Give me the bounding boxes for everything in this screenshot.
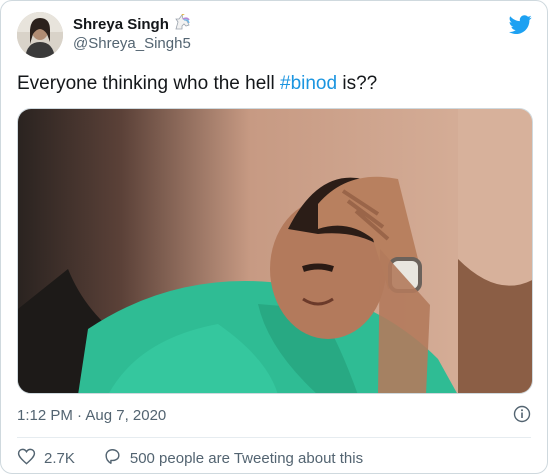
tweet-text-after: is?? <box>337 73 378 94</box>
like-count: 2.7K <box>44 450 75 467</box>
unicorn-icon <box>173 12 191 35</box>
divider <box>17 437 531 438</box>
hashtag-link[interactable]: #binod <box>280 73 337 94</box>
tweeting-about-link[interactable]: 500 people are Tweeting about this <box>103 447 363 470</box>
like-button[interactable]: 2.7K <box>17 447 75 470</box>
tweet-text: Everyone thinking who the hell #binod is… <box>17 73 377 95</box>
tweeting-about-text: 500 people are Tweeting about this <box>129 450 364 467</box>
info-icon[interactable] <box>513 405 531 423</box>
author-handle[interactable]: @Shreya_Singh5 <box>73 35 191 52</box>
author-name-row[interactable]: Shreya Singh <box>73 12 191 35</box>
tweet-timestamp[interactable]: 1:12 PM · Aug 7, 2020 <box>17 407 166 424</box>
tweet-text-before: Everyone thinking who the hell <box>17 73 280 94</box>
twitter-bird-icon[interactable] <box>508 13 532 37</box>
tweet-media-image[interactable] <box>17 108 533 394</box>
speech-bubble-icon <box>103 447 122 470</box>
heart-icon <box>17 447 36 470</box>
author-name[interactable]: Shreya Singh <box>73 16 169 33</box>
avatar[interactable] <box>17 12 63 58</box>
tweet-card[interactable]: Shreya Singh @Shreya_Singh5 Everyone thi… <box>0 0 548 474</box>
tweet-actions: 2.7K 500 people are Tweeting about this <box>17 447 363 470</box>
